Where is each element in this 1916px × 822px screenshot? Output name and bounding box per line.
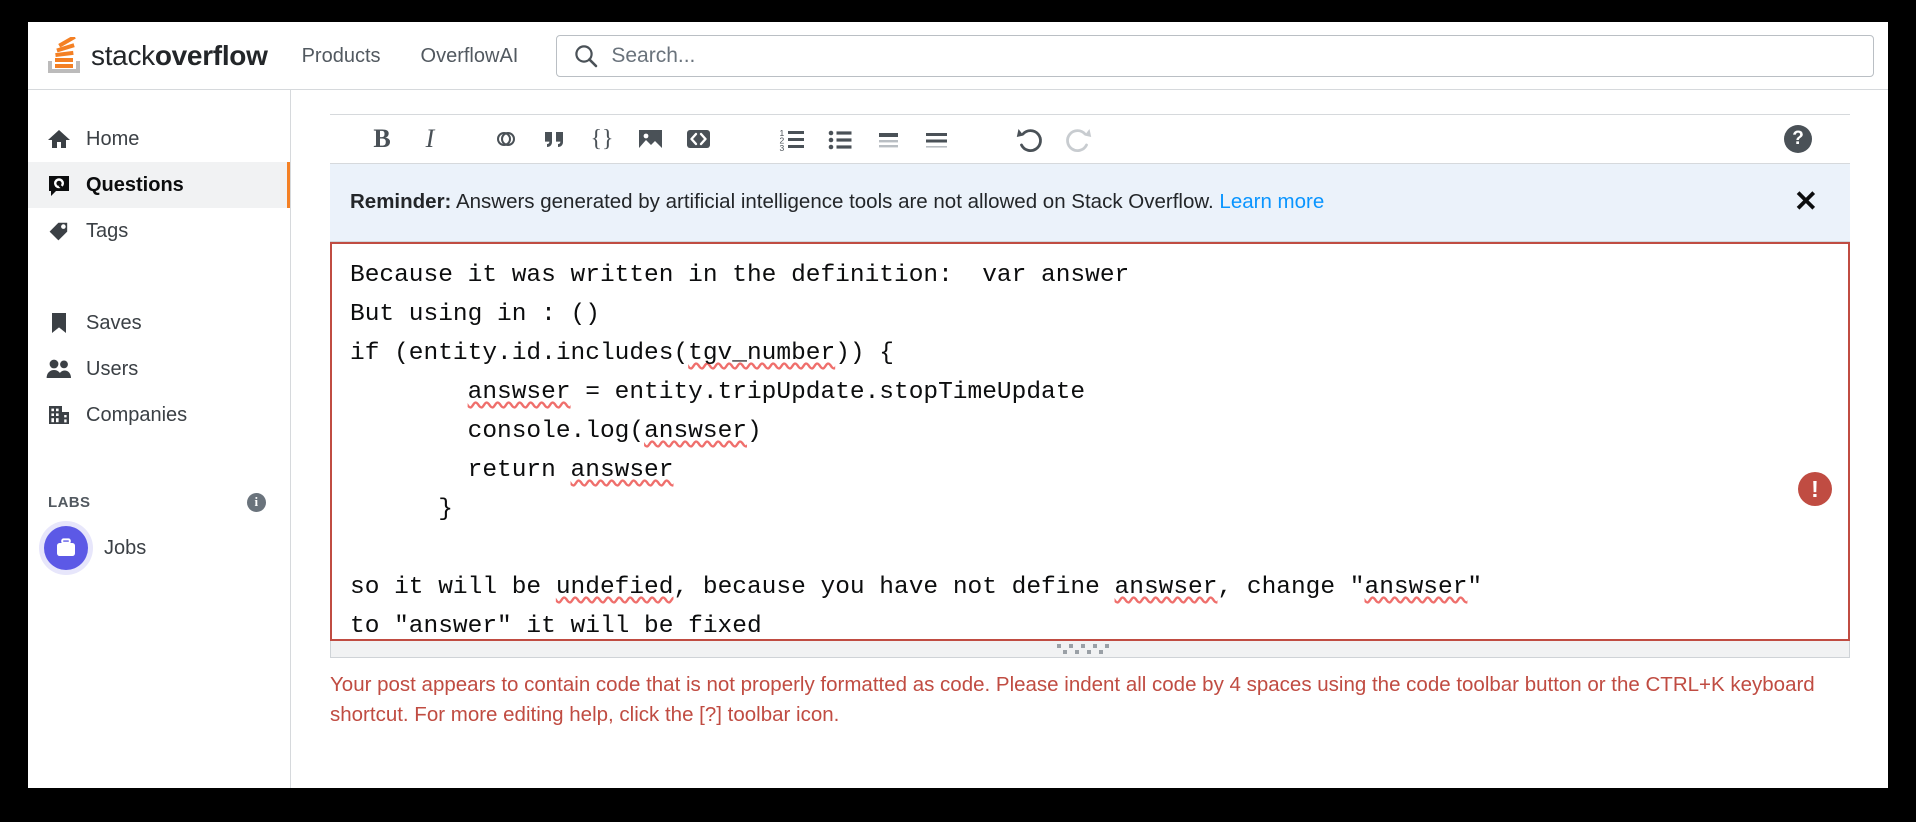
image-icon <box>638 130 662 148</box>
rule-icon <box>925 133 947 148</box>
reminder-text: Reminder: Answers generated by artificia… <box>350 189 1788 216</box>
misspelled-word: answser <box>467 379 571 406</box>
building-icon <box>46 402 72 428</box>
sidebar-item-tags[interactable]: Tags <box>28 208 290 254</box>
top-navigation-bar: stackoverflow Products OverflowAI Search… <box>28 22 1888 90</box>
post-body-editor-wrapper: Because it was written in the definition… <box>330 242 1850 658</box>
code-line: } <box>350 496 453 523</box>
error-indicator-icon: ! <box>1798 472 1832 506</box>
validation-message: Your post appears to contain code that i… <box>330 673 1815 726</box>
numbered-list-button[interactable]: 1 2 3 <box>770 119 814 159</box>
help-icon: ? <box>1784 125 1812 153</box>
grip-dots-icon <box>1057 643 1109 654</box>
search-placeholder: Search... <box>611 43 696 67</box>
code-line: so it will be undefied, because you have… <box>350 574 1483 601</box>
sidebar-item-home[interactable]: Home <box>28 116 290 162</box>
code-line: console.log(answser) <box>350 418 762 445</box>
bold-button[interactable]: B <box>360 119 404 159</box>
sidebar-section-labs: LABS i <box>28 484 290 520</box>
logo-text-stack: stack <box>91 39 155 71</box>
misspelled-word: tgv_number <box>688 340 836 367</box>
undo-icon <box>1016 129 1042 152</box>
info-icon[interactable]: i <box>247 492 266 512</box>
bookmark-icon <box>46 310 72 336</box>
screen: stackoverflow Products OverflowAI Search… <box>0 0 1916 822</box>
code-icon <box>686 130 710 148</box>
search-icon <box>573 43 599 69</box>
horizontal-rule-button[interactable] <box>914 119 958 159</box>
close-icon[interactable]: ✕ <box>1788 184 1824 221</box>
heading-icon <box>878 133 898 148</box>
logo-glyph <box>48 34 80 73</box>
reminder-prefix: Reminder: <box>350 190 452 214</box>
sidebar-item-users[interactable]: Users <box>28 346 290 392</box>
markdown-toolbar: B I {} 1 2 3 ? <box>330 114 1850 164</box>
stack-overflow-wordmark: stackoverflow <box>91 40 268 72</box>
post-body-content: Because it was written in the definition… <box>350 256 1788 640</box>
sidebar-item-label: Questions <box>86 173 184 196</box>
misspelled-word: answser <box>1364 574 1468 601</box>
sidebar-item-companies[interactable]: Companies <box>28 392 290 438</box>
stack-overflow-logo-icon <box>46 34 82 75</box>
sidebar-item-label: Saves <box>86 311 142 334</box>
code-line: Because it was written in the definition… <box>350 262 1130 289</box>
sidebar-section-label: LABS <box>48 493 91 511</box>
code-line: answser = entity.tripUpdate.stopTimeUpda… <box>467 379 1086 406</box>
bulleted-list-button[interactable] <box>818 119 862 159</box>
question-bubble-icon <box>46 172 72 198</box>
code-line: return answser <box>350 457 674 484</box>
left-sidebar: Home Questions Tags Saves Users Companie… <box>28 90 291 788</box>
learn-more-link[interactable]: Learn more <box>1219 190 1324 213</box>
app-viewport: stackoverflow Products OverflowAI Search… <box>28 22 1888 788</box>
help-button[interactable]: ? <box>1776 119 1820 159</box>
tag-icon <box>46 218 72 244</box>
sidebar-item-label: Jobs <box>104 536 147 559</box>
nav-link-products[interactable]: Products <box>286 35 397 77</box>
ai-reminder-banner: Reminder: Answers generated by artificia… <box>330 164 1850 242</box>
code-line: to "answer" it will be fixed <box>350 613 762 640</box>
logo-text-overflow: overflow <box>154 39 268 71</box>
redo-button[interactable] <box>1056 119 1100 159</box>
sidebar-item-label: Users <box>86 357 139 380</box>
misspelled-word: undefied <box>555 574 674 601</box>
heading-button[interactable] <box>866 119 910 159</box>
blockquote-button[interactable] <box>532 119 576 159</box>
inline-code-button[interactable]: {} <box>580 119 624 159</box>
resize-grip-handle[interactable] <box>330 641 1850 658</box>
briefcase-icon <box>44 526 88 570</box>
link-button[interactable] <box>484 119 528 159</box>
home-icon <box>46 126 72 152</box>
search-input[interactable]: Search... <box>556 34 1874 77</box>
nav-link-overflowai[interactable]: OverflowAI <box>405 35 535 77</box>
code-line: But using in : () <box>350 301 600 328</box>
code-block-button[interactable] <box>676 119 720 159</box>
sidebar-item-label: Companies <box>86 403 188 426</box>
link-icon <box>497 132 515 147</box>
code-line: if (entity.id.includes(tgv_number)) { <box>350 340 894 367</box>
sidebar-item-jobs[interactable]: Jobs <box>28 520 290 576</box>
sidebar-item-saves[interactable]: Saves <box>28 300 290 346</box>
misspelled-word: answser <box>644 418 747 445</box>
undo-button[interactable] <box>1008 119 1052 159</box>
reminder-body: Answers generated by artificial intellig… <box>451 190 1220 214</box>
quote-icon <box>545 132 563 147</box>
post-body-textarea[interactable]: Because it was written in the definition… <box>330 242 1850 641</box>
sidebar-item-questions[interactable]: Questions <box>28 162 290 208</box>
redo-icon <box>1066 129 1092 152</box>
svg-text:3: 3 <box>779 143 784 152</box>
users-icon <box>46 356 72 382</box>
editor-main-column: B I {} 1 2 3 ? Reminder: Answers generat… <box>292 90 1888 788</box>
italic-button[interactable]: I <box>408 119 452 159</box>
stack-overflow-logo[interactable]: stackoverflow <box>28 22 282 89</box>
ordered-list-icon: 1 2 3 <box>779 128 804 152</box>
bulleted-list-icon <box>828 130 851 150</box>
image-button[interactable] <box>628 119 672 159</box>
misspelled-word: answser <box>570 457 674 484</box>
misspelled-word: answser <box>1114 574 1218 601</box>
sidebar-item-label: Tags <box>86 219 129 242</box>
sidebar-item-label: Home <box>86 127 140 150</box>
